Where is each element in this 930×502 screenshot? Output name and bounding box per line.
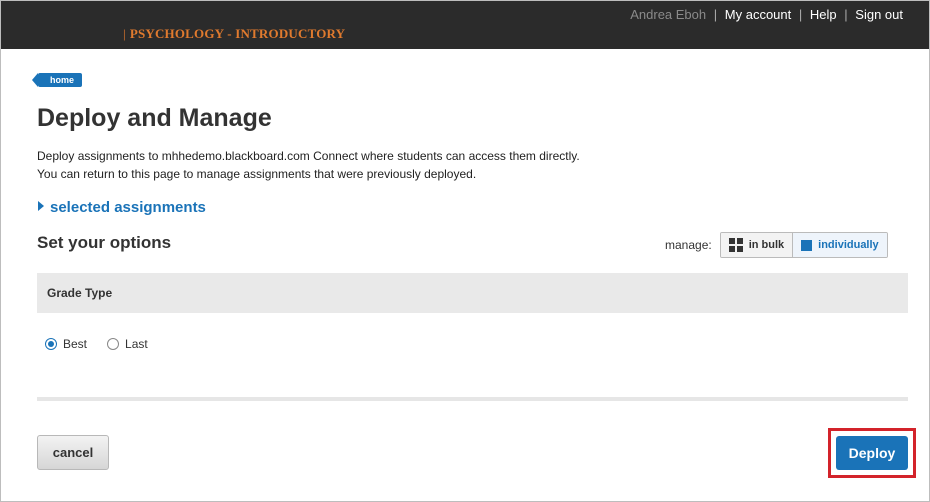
page-title: Deploy and Manage <box>37 104 272 132</box>
selected-assignments-label: selected assignments <box>50 199 206 216</box>
description-line-2: You can return to this page to manage as… <box>37 167 477 181</box>
manage-mode-control: manage: in bulk individually <box>665 232 888 258</box>
grade-type-options: Best Last <box>45 337 168 351</box>
radio-last-circle[interactable] <box>107 338 120 350</box>
manage-mode-toggle: in bulk individually <box>719 232 888 258</box>
manage-label: manage: <box>665 238 712 252</box>
options-heading: Set your options <box>37 233 172 252</box>
user-nav: Andrea Eboh | My account | Help | Sign o… <box>630 7 903 22</box>
in-bulk-label: in bulk <box>748 239 785 251</box>
sign-out-link[interactable]: Sign out <box>855 7 903 22</box>
description-line-1: Deploy assignments to mhhedemo.blackboar… <box>37 149 580 163</box>
radio-last-label: Last <box>125 337 148 351</box>
square-icon <box>801 239 813 251</box>
help-link[interactable]: Help <box>810 7 837 22</box>
radio-best-label: Best <box>63 337 88 351</box>
page-description: Deploy assignments to mhhedemo.blackboar… <box>37 147 580 183</box>
selected-assignments-toggle[interactable]: selected assignments <box>38 199 206 216</box>
nav-separator: | <box>844 7 848 22</box>
grade-type-heading: Grade Type <box>47 286 113 300</box>
grade-type-header: Grade Type <box>37 273 908 313</box>
top-bar: | PSYCHOLOGY - INTRODUCTORY Andrea Eboh |… <box>1 1 929 49</box>
in-bulk-button[interactable]: in bulk <box>720 233 794 257</box>
individually-button[interactable]: individually <box>793 233 887 257</box>
cancel-button[interactable]: cancel <box>37 435 109 470</box>
deploy-button[interactable]: Deploy <box>836 436 908 470</box>
course-title-divider: | <box>123 26 126 41</box>
user-name: Andrea Eboh <box>630 7 707 22</box>
grid-icon <box>728 238 743 252</box>
radio-last[interactable]: Last <box>107 337 148 351</box>
individually-label: individually <box>818 239 879 251</box>
radio-best[interactable]: Best <box>45 337 87 351</box>
course-title: | PSYCHOLOGY - INTRODUCTORY <box>123 26 345 42</box>
course-title-text: PSYCHOLOGY - INTRODUCTORY <box>129 26 346 41</box>
nav-separator: | <box>798 7 803 22</box>
home-breadcrumb[interactable]: home <box>31 73 83 87</box>
radio-best-circle[interactable] <box>45 338 57 350</box>
my-account-link[interactable]: My account <box>725 7 791 22</box>
nav-separator: | <box>713 7 718 22</box>
expand-triangle-icon <box>38 201 44 211</box>
section-divider <box>37 397 908 401</box>
